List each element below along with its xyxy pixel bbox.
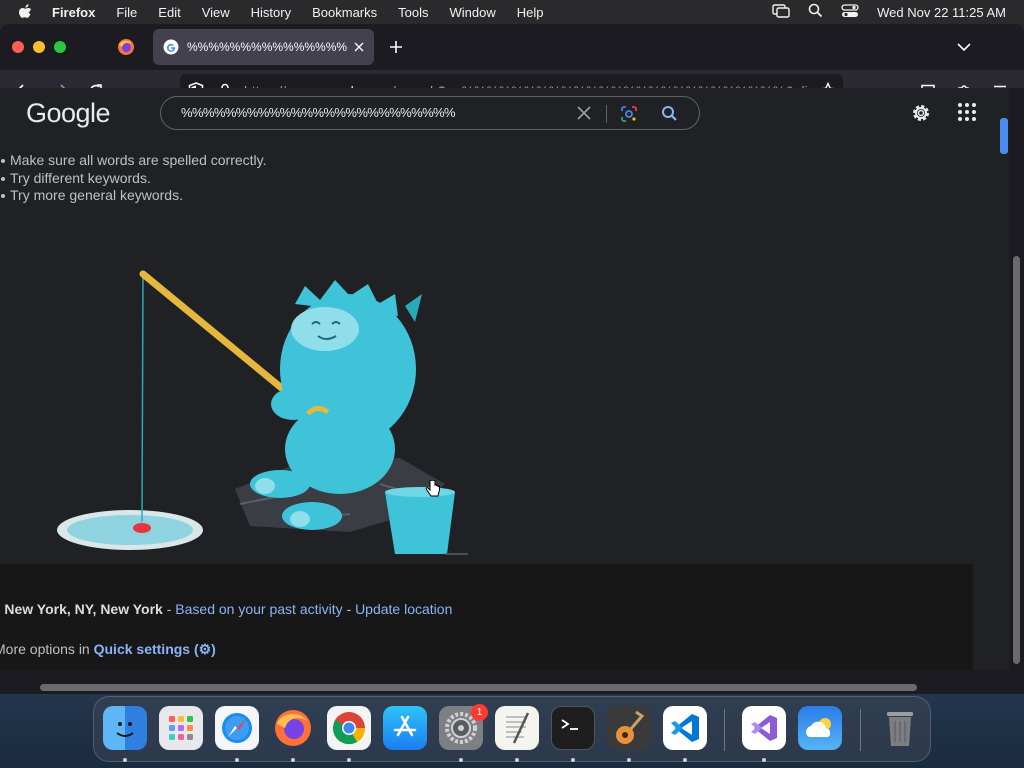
dock-running-indicator (291, 758, 295, 762)
spotlight-search-icon[interactable] (808, 3, 823, 21)
spelling-tips-list: Make sure all words are spelled correctl… (0, 152, 267, 205)
menu-edit[interactable]: Edit (158, 5, 180, 20)
terminal-icon[interactable] (551, 706, 595, 750)
tip-item: Try more general keywords. (0, 187, 267, 205)
menu-help[interactable]: Help (517, 5, 544, 20)
dock-running-indicator (683, 758, 687, 762)
dock-running-indicator (235, 758, 239, 762)
google-logo[interactable]: Google (26, 98, 111, 129)
vertical-scrollbar-thumb[interactable] (1013, 256, 1020, 664)
google-header: Google %%%%%%%%%%%%%%%%%%%%%%%%% (0, 88, 1010, 140)
fishing-yeti-illustration (57, 270, 468, 555)
settings-gear-icon[interactable] (910, 102, 932, 129)
search-icon[interactable] (661, 105, 678, 127)
desktop-dock-area: 1 (0, 694, 1024, 768)
menu-window[interactable]: Window (450, 5, 496, 20)
garageband-icon[interactable] (607, 706, 651, 750)
tip-item: Make sure all words are spelled correctl… (0, 152, 267, 170)
tab-google-search[interactable]: %%%%%%%%%%%%%%%%%%%%%%%%%%% - (153, 29, 374, 65)
more-options-text: More options in (0, 641, 94, 657)
past-activity-link[interactable]: Based on your past activity (175, 601, 342, 617)
dock-running-indicator (347, 758, 351, 762)
location-footer: ● New York, NY, New York - Based on your… (0, 564, 973, 670)
tab-close-icon[interactable] (354, 42, 364, 52)
app-store-icon[interactable] (383, 706, 427, 750)
clear-search-icon[interactable] (577, 106, 591, 125)
finder-icon[interactable] (103, 706, 147, 750)
google-apps-grid-icon[interactable] (957, 102, 977, 127)
dock-separator (860, 709, 861, 751)
search-divider (606, 105, 607, 123)
textedit-icon[interactable] (495, 706, 539, 750)
plus-icon (390, 41, 402, 53)
chrome-icon[interactable] (327, 706, 371, 750)
menu-app-name[interactable]: Firefox (52, 5, 95, 20)
dock: 1 (93, 696, 931, 762)
horizontal-scrollbar-thumb[interactable] (40, 684, 917, 691)
close-window-button[interactable] (12, 41, 24, 53)
screen-mirroring-icon[interactable] (772, 3, 790, 21)
page-content: Google %%%%%%%%%%%%%%%%%%%%%%%%% Make su… (0, 88, 1010, 670)
dock-running-indicator (627, 758, 631, 762)
quick-settings-link[interactable]: Quick settings (⚙) (94, 641, 216, 657)
menu-history[interactable]: History (251, 5, 291, 20)
menu-bookmarks[interactable]: Bookmarks (312, 5, 377, 20)
tab-bar: %%%%%%%%%%%%%%%%%%%%%%%%%%% - (0, 24, 1024, 70)
macos-menubar: Firefox File Edit View History Bookmarks… (0, 0, 1024, 24)
dock-running-indicator (762, 758, 766, 762)
dock-running-indicator (459, 758, 463, 762)
location-line: ● New York, NY, New York - Based on your… (0, 601, 452, 617)
visual-studio-icon[interactable] (742, 706, 786, 750)
dock-running-indicator (571, 758, 575, 762)
apple-menu-icon[interactable] (18, 4, 34, 20)
google-search-box[interactable]: %%%%%%%%%%%%%%%%%%%%%%%%% (160, 96, 700, 130)
location-separator: - (162, 601, 176, 617)
location-name: New York, NY, New York (4, 601, 163, 617)
vertical-scrollbar[interactable] (1010, 88, 1024, 670)
launchpad-icon[interactable] (159, 706, 203, 750)
vscode-icon[interactable] (663, 706, 707, 750)
google-favicon-icon (163, 39, 179, 55)
menu-view[interactable]: View (202, 5, 230, 20)
menubar-clock[interactable]: Wed Nov 22 11:25 AM (877, 5, 1006, 20)
new-tab-button[interactable] (386, 37, 406, 57)
more-options-line: More options in Quick settings (⚙) (0, 641, 216, 658)
firefox-icon (118, 39, 134, 55)
list-all-tabs-button[interactable] (954, 37, 974, 57)
pinned-tab-firefox[interactable] (108, 32, 144, 62)
search-query-text[interactable]: %%%%%%%%%%%%%%%%%%%%%%%%% (181, 105, 456, 120)
google-lens-icon[interactable] (620, 105, 638, 128)
dock-separator (724, 709, 725, 751)
page-scroll-indicator (1000, 118, 1008, 154)
menu-file[interactable]: File (116, 5, 137, 20)
update-location-link[interactable]: Update location (355, 601, 452, 617)
trash-icon[interactable] (878, 706, 922, 750)
hand-cursor-icon (425, 480, 440, 497)
control-center-icon[interactable] (841, 3, 859, 21)
dock-running-indicator (123, 758, 127, 762)
tab-title: %%%%%%%%%%%%%%%%%%%%%%%%%%% - (187, 40, 347, 54)
location-separator: - (342, 601, 356, 617)
horizontal-scrollbar[interactable] (0, 680, 1010, 694)
minimize-window-button[interactable] (33, 41, 45, 53)
tip-item: Try different keywords. (0, 170, 267, 188)
system-settings-badge: 1 (471, 704, 488, 721)
safari-icon[interactable] (215, 706, 259, 750)
firefox-dock-icon[interactable] (271, 706, 315, 750)
chevron-down-icon (957, 42, 971, 51)
zoom-window-button[interactable] (54, 41, 66, 53)
menu-tools[interactable]: Tools (398, 5, 428, 20)
dock-running-indicator (515, 758, 519, 762)
weather-icon[interactable] (798, 706, 842, 750)
